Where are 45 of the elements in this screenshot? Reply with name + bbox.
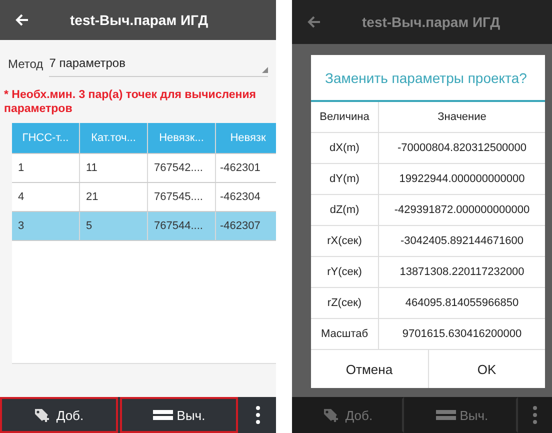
table-cell-text: -429391872.000000000000	[393, 203, 531, 218]
table-cell: 767545....	[148, 182, 216, 211]
table-cell-text: -3042405.892144671600	[400, 234, 524, 249]
table-cell-text: 464095.814055966850	[404, 296, 520, 311]
table-cell: Масштаб	[311, 319, 379, 349]
table-cell-text: -462304	[219, 190, 262, 205]
column-header: Значение	[436, 110, 488, 125]
dialog-title: Заменить параметры проекта?	[311, 55, 545, 102]
table-cell-text: -462301	[219, 160, 262, 176]
table-row[interactable]: 1 11 767542.... -462301	[12, 154, 276, 183]
method-label: Метод	[8, 57, 44, 71]
table-cell: 5	[80, 212, 148, 240]
table-cell: rY(сек)	[311, 257, 379, 287]
table-cell: dZ(m)	[311, 195, 379, 225]
equals-icon	[152, 409, 173, 421]
table-cell: 1	[12, 154, 80, 182]
column-header: Величина	[311, 102, 379, 132]
back-arrow-icon[interactable]	[306, 14, 322, 30]
dropdown-corner-icon	[262, 67, 268, 73]
table-cell-text: -462307	[219, 218, 262, 234]
screen-title: test-Выч.парам ИГД	[70, 12, 208, 28]
screen-title: test-Выч.парам ИГД	[362, 14, 500, 30]
compute-button[interactable]: Выч.	[120, 397, 238, 433]
table-cell: rX(сек)	[311, 226, 379, 256]
table-cell: 767542....	[148, 154, 216, 182]
table-cell-text: 13871308.220117232000	[398, 265, 526, 280]
back-arrow-icon[interactable]	[14, 12, 30, 28]
table-cell: 3	[12, 212, 80, 240]
compute-button[interactable]: Выч.	[406, 397, 518, 433]
table-cell: 21	[80, 182, 148, 211]
table-cell: rZ(сек)	[311, 288, 379, 318]
table-cell: 11	[80, 154, 148, 182]
table-cell-text: 9701615.630416200000	[401, 327, 523, 342]
table-row[interactable]: 3 5 767544.... -462307	[12, 212, 276, 241]
table-cell: dX(m)	[311, 133, 379, 163]
table-cell: dY(m)	[311, 164, 379, 194]
table-cell: 767544....	[148, 212, 216, 240]
table-cell-text: 19922944.000000000000	[398, 172, 526, 187]
equals-icon	[436, 409, 456, 421]
add-button[interactable]: Доб.	[0, 397, 118, 433]
add-button[interactable]: Доб.	[292, 397, 404, 433]
warning-text: * Необх.мин. 3 пар(а) точек для вычисления параметров	[4, 89, 257, 117]
method-dropdown[interactable]: 7 параметров	[49, 56, 268, 77]
table-cell-text: -70000804.820312500000	[396, 141, 528, 156]
table-cell: 4	[12, 182, 80, 211]
